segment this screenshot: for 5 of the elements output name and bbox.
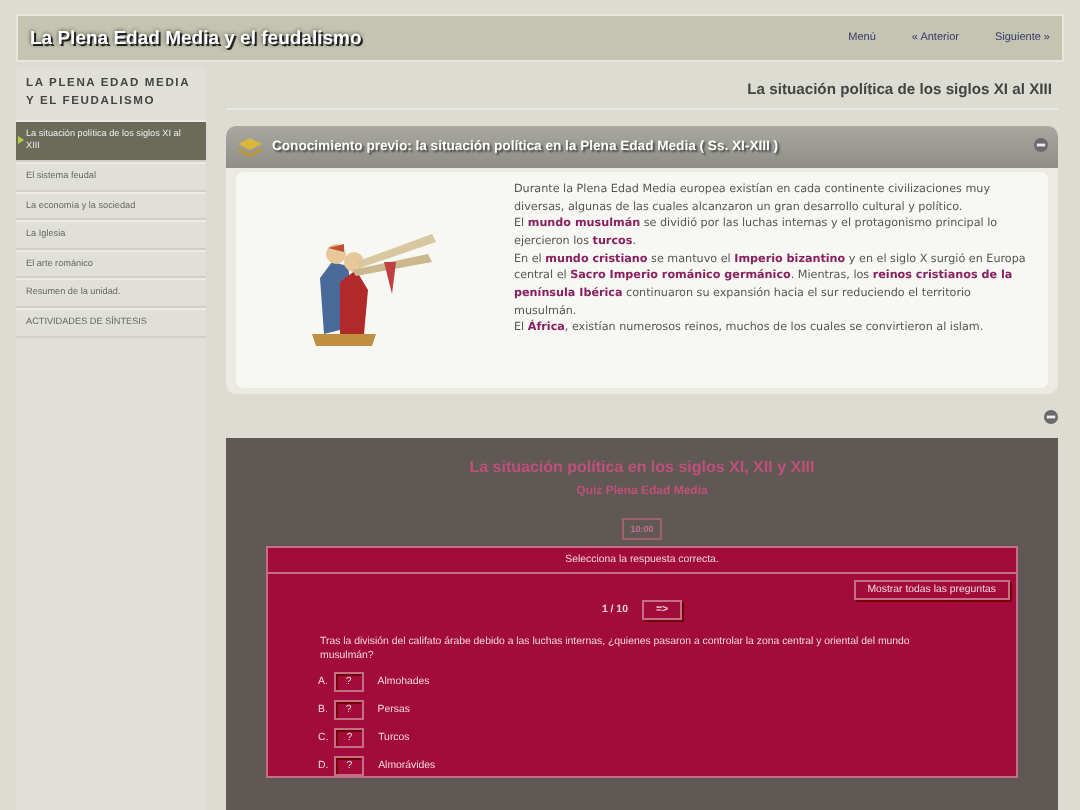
- collapse-icon[interactable]: [1044, 410, 1058, 424]
- books-icon: [236, 136, 264, 158]
- site-title: La Plena Edad Media y el feudalismo: [30, 27, 362, 49]
- collapse-icon[interactable]: [1034, 138, 1048, 152]
- quiz-title: La situación política en los siglos XI, XII y XIII: [467, 458, 817, 476]
